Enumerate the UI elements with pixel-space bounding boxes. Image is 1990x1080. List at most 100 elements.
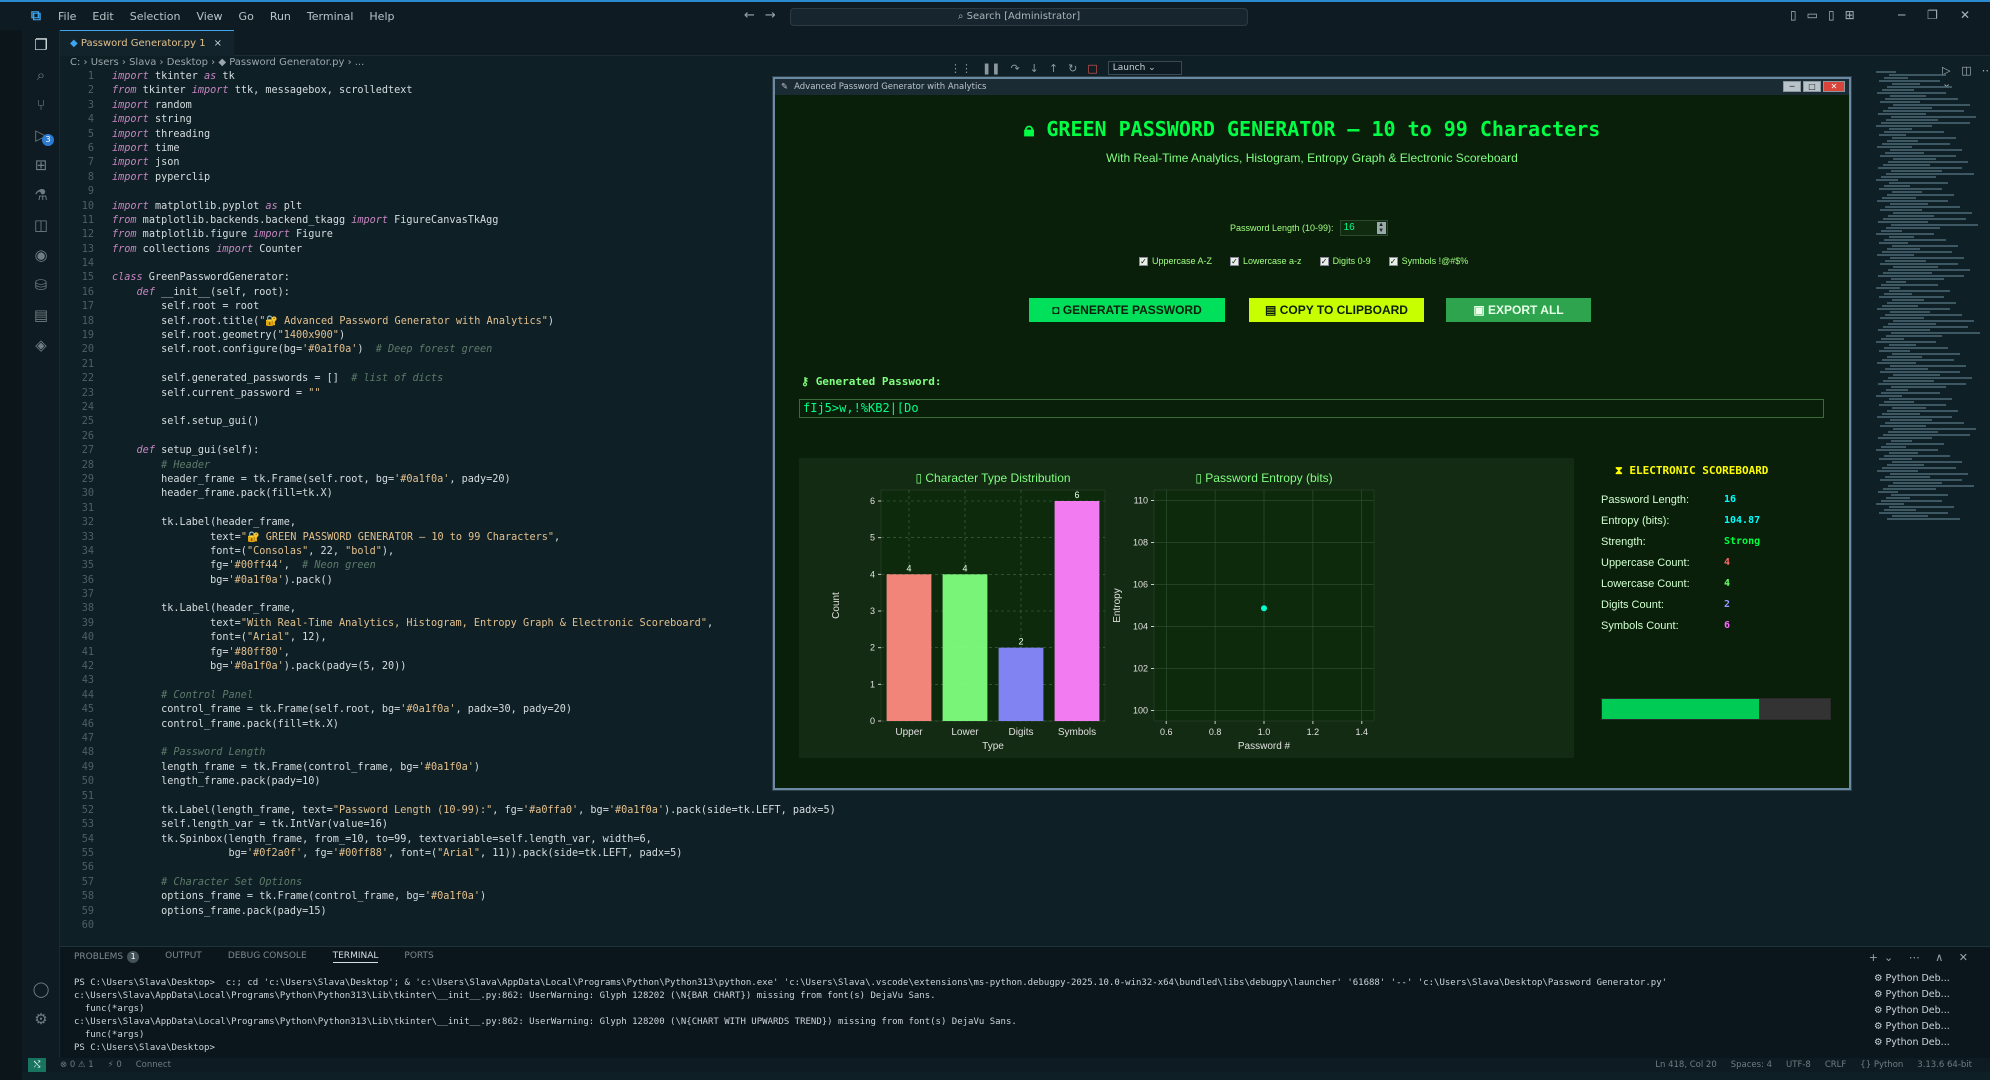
panel-tab-output[interactable]: OUTPUT: [165, 951, 202, 963]
customize-layout-icon[interactable]: ⊞: [1845, 8, 1855, 22]
password-output-field[interactable]: fIj5>w,!%KB2|[Do: [799, 399, 1824, 418]
status-item[interactable]: CRLF: [1825, 1058, 1846, 1072]
minimap-line: [1883, 380, 1934, 382]
terminal-session[interactable]: ⚙ Python Deb...: [1874, 987, 1950, 1003]
export-all-button[interactable]: ▣ EXPORT ALL: [1446, 298, 1591, 322]
account-icon[interactable]: ◯: [22, 974, 60, 1004]
toggle-panel-icon[interactable]: ▭: [1807, 8, 1818, 22]
toggle-sidebar-icon[interactable]: ▯: [1790, 8, 1797, 22]
line-number: 14: [81, 258, 94, 270]
checkbox-checked-icon[interactable]: ✓: [1388, 256, 1398, 266]
minimap-line: [1879, 134, 1906, 136]
minimap[interactable]: [1876, 70, 1980, 710]
menu-selection[interactable]: Selection: [122, 10, 189, 23]
minimap-line: [1882, 305, 1918, 307]
spinbox-arrows-icon[interactable]: ▲ ▼: [1376, 222, 1386, 234]
menu-file[interactable]: File: [50, 10, 84, 23]
scoreboard-key: Uppercase Count:: [1601, 557, 1690, 569]
minimap-line: [1878, 113, 1926, 115]
checkbox-checked-icon[interactable]: ✓: [1230, 256, 1240, 266]
source-control-icon[interactable]: ⑂: [22, 90, 60, 120]
close-icon[interactable]: ✕: [1960, 8, 1970, 22]
manage-gear-icon[interactable]: ⚙: [22, 1004, 60, 1034]
minimap-line: [1892, 515, 1928, 517]
panel-tab-problems[interactable]: PROBLEMS 1: [74, 951, 140, 963]
terminal-session[interactable]: ⚙ Python Deb...: [1874, 1003, 1950, 1019]
tab-password-generator[interactable]: ◆ Password Generator.py 1 ×: [60, 30, 235, 56]
menu-run[interactable]: Run: [262, 10, 299, 23]
status-item[interactable]: ⚡ 0: [108, 1058, 122, 1072]
explorer-icon[interactable]: ❐: [22, 30, 60, 60]
testing-icon[interactable]: ⚗: [22, 180, 60, 210]
status-item[interactable]: 3.13.6 64-bit: [1917, 1058, 1972, 1072]
remote-explorer-icon[interactable]: ◫: [22, 210, 60, 240]
status-item[interactable]: Ln 418, Col 20: [1655, 1058, 1716, 1072]
terminal-session[interactable]: ⚙ Python Deb...: [1874, 971, 1950, 987]
toggle-secondary-icon[interactable]: ▯: [1828, 8, 1835, 22]
status-item[interactable]: {} Python: [1860, 1058, 1903, 1072]
minimap-line: [1891, 170, 1942, 172]
minimap-line: [1892, 191, 1922, 193]
menu-view[interactable]: View: [188, 10, 230, 23]
bar-xtick-label: Lower: [951, 727, 979, 738]
terminal-session[interactable]: ⚙ Python Deb...: [1874, 1019, 1950, 1035]
extensions-icon[interactable]: ⊞: [22, 150, 60, 180]
minimap-line: [1892, 461, 1962, 463]
panel-tab-ports[interactable]: PORTS: [404, 951, 433, 963]
status-item[interactable]: Spaces: 4: [1731, 1058, 1772, 1072]
minimap-line: [1883, 488, 1936, 490]
line-number: 22: [81, 373, 94, 385]
minimize-icon[interactable]: ─: [1898, 8, 1905, 22]
minimap-line: [1886, 119, 1938, 121]
code-text: self.setup_gui(): [112, 416, 260, 428]
tk-maximize-button[interactable]: □: [1803, 81, 1821, 92]
option-0[interactable]: ✓ Uppercase A-Z: [1139, 256, 1212, 266]
tk-minimize-button[interactable]: ─: [1783, 81, 1801, 92]
option-3[interactable]: ✓ Symbols !@#$%: [1388, 256, 1468, 266]
code-text: import pyperclip: [112, 171, 211, 183]
docker-icon[interactable]: ◉: [22, 240, 60, 270]
window-controls[interactable]: ─ ❐ ✕: [1898, 8, 1990, 22]
copy-clipboard-button[interactable]: ▤ COPY TO CLIPBOARD: [1249, 298, 1424, 322]
minimap-line: [1877, 470, 1918, 472]
minimap-line: [1886, 443, 1944, 445]
run-debug-icon[interactable]: ▷ 3: [22, 120, 60, 150]
minimap-line: [1883, 164, 1930, 166]
panel-controls[interactable]: +⌄ ⋯ ∧ ✕: [1869, 951, 1974, 964]
nav-arrows-icon[interactable]: ←→: [744, 8, 786, 23]
terminal-output[interactable]: PS C:\Users\Slava\Desktop> c:; cd 'c:\Us…: [74, 977, 1667, 1055]
menu-go[interactable]: Go: [231, 10, 262, 23]
search-view-icon[interactable]: ⌕: [22, 60, 60, 90]
layers-icon[interactable]: ◈: [22, 330, 60, 360]
bar-xtick-label: Digits: [1008, 727, 1033, 738]
panel-tabs: PROBLEMS 1 OUTPUT DEBUG CONSOLE TERMINAL PORT…: [74, 951, 434, 963]
more-actions-icon[interactable]: ⋯: [1982, 64, 1990, 90]
menu-help[interactable]: Help: [361, 10, 402, 23]
tab-close-icon[interactable]: ×: [214, 38, 222, 49]
menu-terminal[interactable]: Terminal: [299, 10, 362, 23]
checkbox-checked-icon[interactable]: ✓: [1319, 256, 1329, 266]
generate-password-button[interactable]: ◘ GENERATE PASSWORD: [1029, 298, 1225, 322]
terminal-line: func(*args): [74, 1030, 145, 1040]
length-spinbox[interactable]: 16 ▲ ▼: [1339, 220, 1388, 236]
entropy-chart-title: ▯ Password Entropy (bits): [1195, 471, 1332, 485]
status-item[interactable]: ⊗ 0 ⚠ 1: [60, 1058, 94, 1072]
database-icon[interactable]: ⛁: [22, 270, 60, 300]
checkbox-checked-icon[interactable]: ✓: [1139, 256, 1148, 266]
maximize-icon[interactable]: ❐: [1927, 8, 1938, 22]
remote-indicator-icon[interactable]: ⤭: [28, 1058, 46, 1072]
option-1[interactable]: ✓ Lowercase a-z: [1230, 256, 1302, 266]
status-item[interactable]: Connect: [136, 1058, 171, 1072]
command-search-input[interactable]: ⌕ Search [Administrator]: [790, 8, 1248, 26]
option-2[interactable]: ✓ Digits 0-9: [1319, 256, 1371, 266]
panel-tab-debug-console[interactable]: DEBUG CONSOLE: [228, 951, 307, 963]
menu-edit[interactable]: Edit: [84, 10, 121, 23]
panel-tab-terminal[interactable]: TERMINAL: [332, 951, 379, 963]
breadcrumb[interactable]: C: › Users › Slava › Desktop › ◆ Passwor…: [70, 57, 364, 68]
status-item[interactable]: UTF-8: [1786, 1058, 1811, 1072]
tk-close-button[interactable]: ✕: [1823, 81, 1845, 92]
terminal-session[interactable]: ⚙ Python Deb...: [1874, 1035, 1950, 1051]
minimap-line: [1890, 95, 1926, 97]
layout-controls[interactable]: ▯ ▭ ▯ ⊞: [1790, 8, 1855, 22]
storage-icon[interactable]: ▤: [22, 300, 60, 330]
